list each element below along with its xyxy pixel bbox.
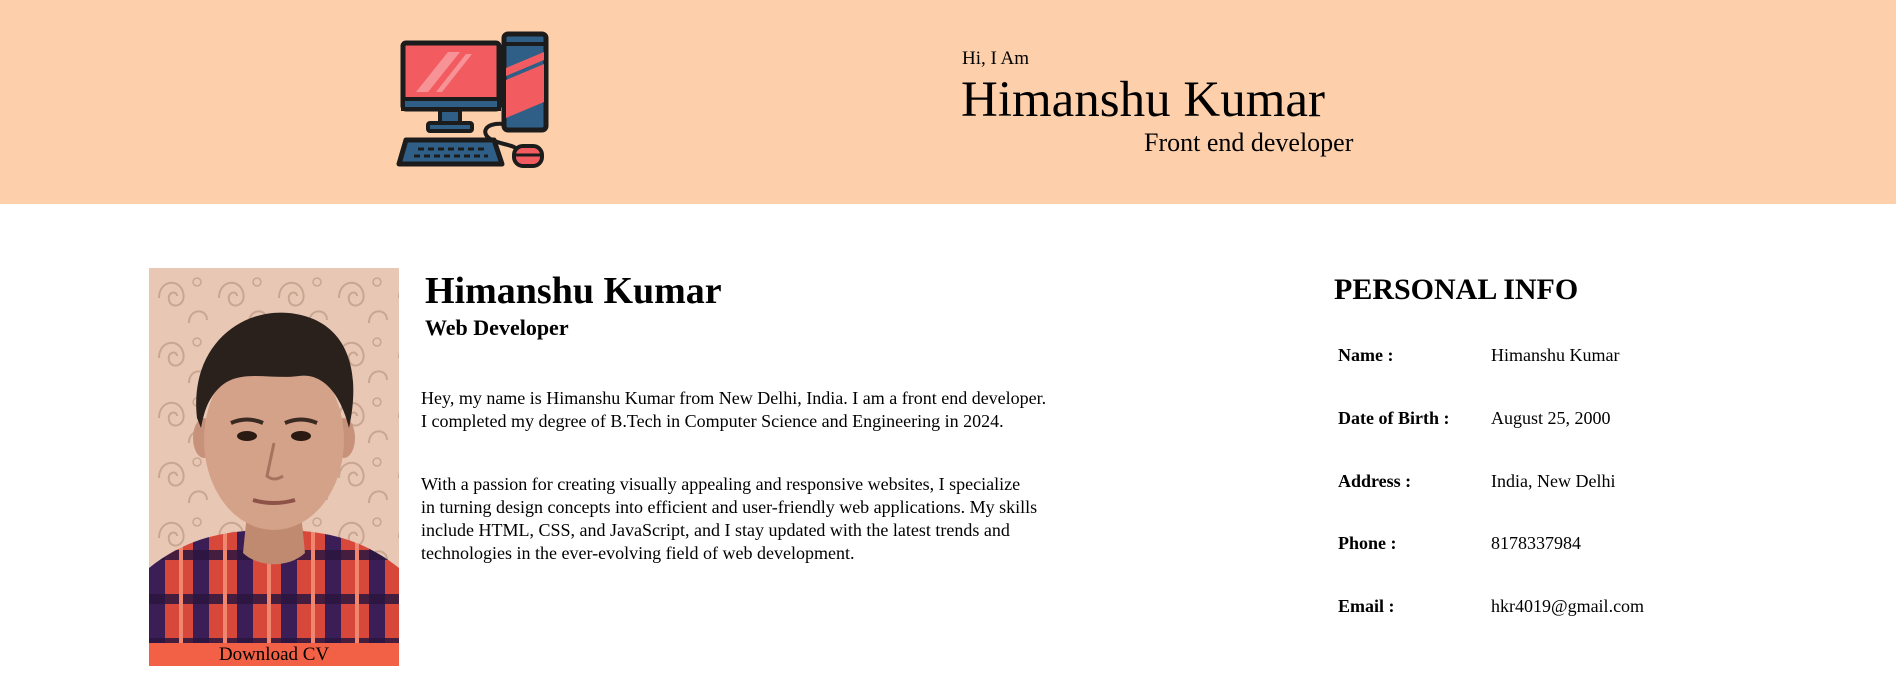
info-value: India, New Delhi: [1491, 471, 1616, 491]
about-paragraph-1-line: Hey, my name is Himanshu Kumar from New …: [421, 388, 1047, 408]
about-paragraph-2-line: in turning design concepts into efficien…: [421, 497, 1038, 517]
about-name: Himanshu Kumar: [425, 270, 722, 312]
info-value: 8178337984: [1491, 533, 1581, 553]
info-value: Himanshu Kumar: [1491, 345, 1620, 365]
profile-card: Download CV: [149, 268, 399, 666]
about-paragraph-2-line: technologies in the ever-evolving field …: [421, 543, 855, 563]
header-banner: Hi, I Am Himanshu Kumar Front end develo…: [0, 0, 1896, 204]
desktop-computer-icon: [396, 31, 549, 168]
info-value: hkr4019@gmail.com: [1491, 596, 1645, 616]
info-row-name: Name : Himanshu Kumar: [1338, 342, 1758, 368]
info-row-phone: Phone : 8178337984: [1338, 530, 1758, 556]
info-row-email: Email : hkr4019@gmail.com: [1338, 593, 1758, 619]
header-role: Front end developer: [1144, 128, 1354, 157]
info-label: Name :: [1338, 345, 1394, 365]
download-cv-button[interactable]: Download CV: [149, 643, 399, 666]
info-row-address: Address : India, New Delhi: [1338, 468, 1758, 494]
info-label: Email :: [1338, 596, 1395, 616]
about-paragraph-1-line: I completed my degree of B.Tech in Compu…: [421, 411, 1004, 431]
info-label: Date of Birth :: [1338, 408, 1450, 428]
profile-photo: [149, 268, 399, 643]
header-greeting: Hi, I Am: [962, 48, 1030, 69]
about-paragraph-2-line: include HTML, CSS, and JavaScript, and I…: [421, 520, 1010, 540]
info-label: Address :: [1338, 471, 1412, 491]
info-value: August 25, 2000: [1491, 408, 1611, 428]
info-label: Phone :: [1338, 533, 1397, 553]
personal-info-title: PERSONAL INFO: [1334, 273, 1579, 306]
info-row-dob: Date of Birth : August 25, 2000: [1338, 405, 1758, 431]
about-paragraph-1: Hey, my name is Himanshu Kumar from New …: [421, 387, 1141, 433]
about-paragraph-2-line: With a passion for creating visually app…: [421, 474, 1021, 494]
header-name: Himanshu Kumar: [961, 72, 1326, 128]
about-paragraph-2: With a passion for creating visually app…: [421, 473, 1141, 565]
about-role: Web Developer: [425, 315, 569, 340]
